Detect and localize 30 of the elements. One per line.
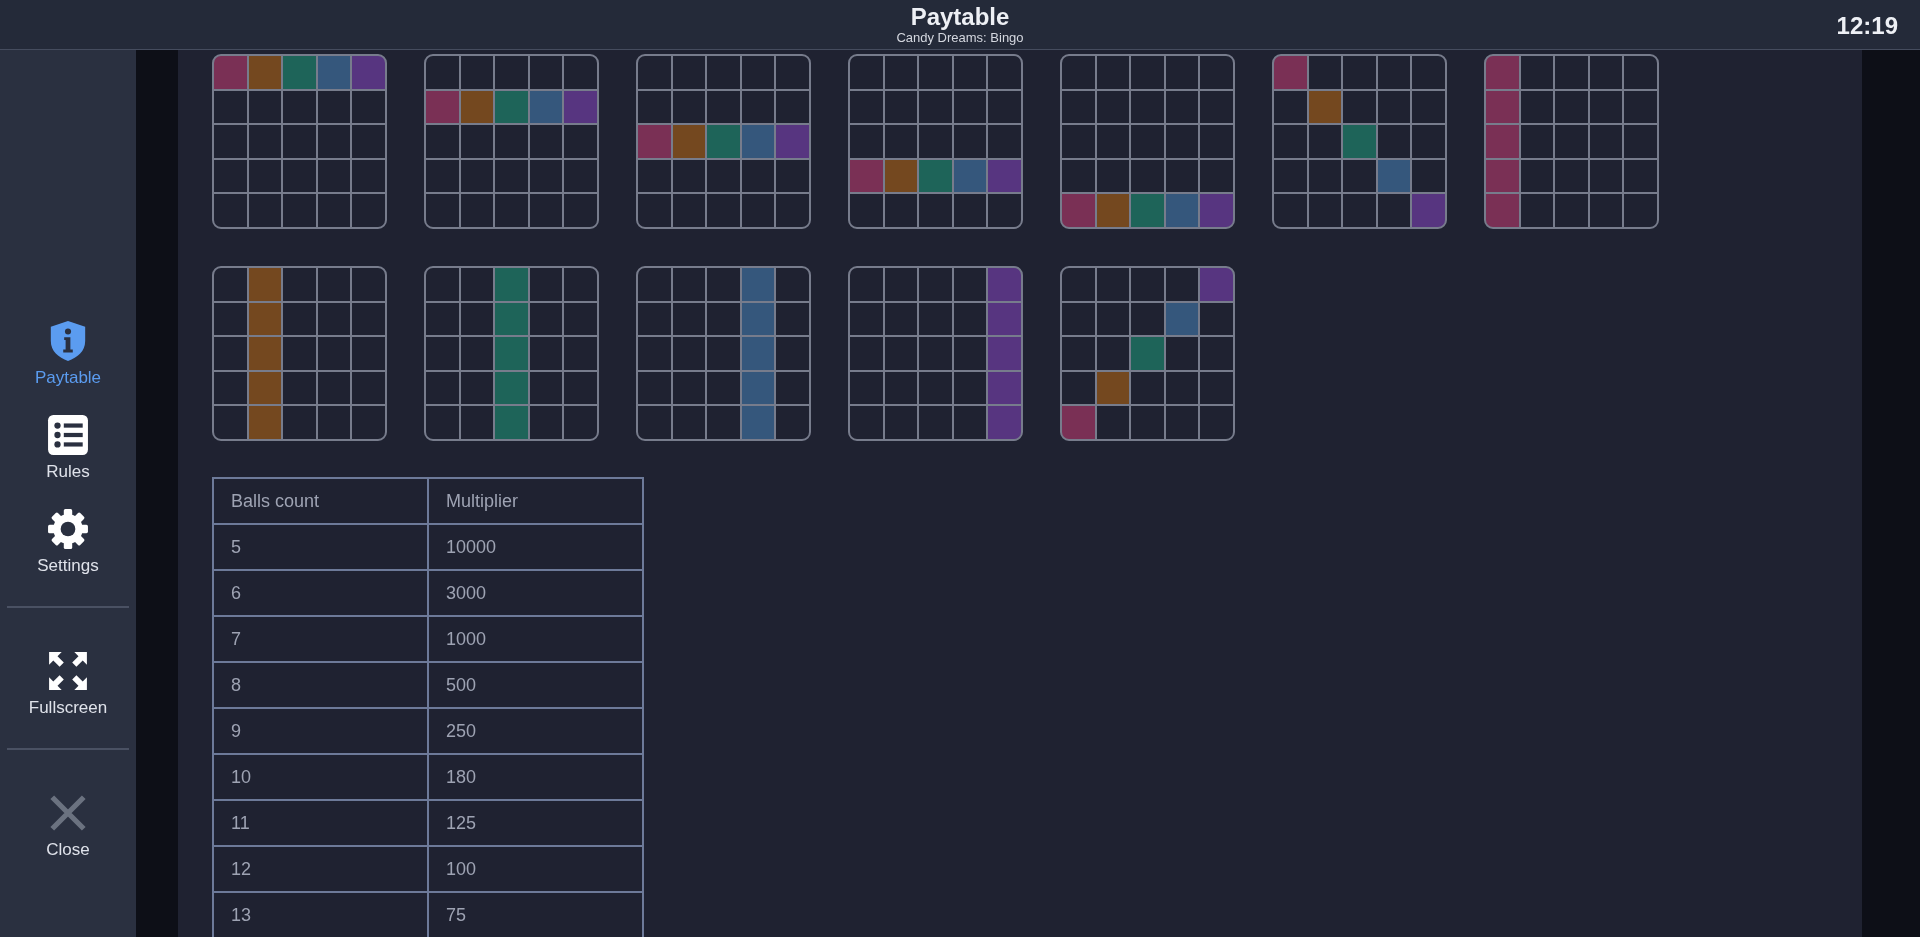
table-cell: 7: [213, 616, 428, 662]
clock: 12:19: [1836, 12, 1898, 40]
table-cell: 10000: [428, 524, 643, 570]
table-cell: 100: [428, 846, 643, 892]
table-cell: 6: [213, 570, 428, 616]
window-title: Paytable: [910, 4, 1010, 30]
table-cell: 5: [213, 524, 428, 570]
table-cell: 1000: [428, 616, 643, 662]
column-header: Balls count: [213, 478, 428, 524]
sidebar-item[interactable]: Paytable: [30, 312, 106, 396]
table-cell: 9: [213, 708, 428, 754]
settings-icon: [47, 508, 89, 550]
table-cell: 500: [428, 662, 643, 708]
table-cell: 10: [213, 754, 428, 800]
table-cell: 13: [213, 892, 428, 937]
table-cell: 250: [428, 708, 643, 754]
table-cell: 180: [428, 754, 643, 800]
column-header: Multiplier: [428, 478, 643, 524]
table-cell: 11: [213, 800, 428, 846]
sidebar-item[interactable]: Fullscreen: [24, 642, 112, 726]
game-subtitle: Candy Dreams: Bingo: [896, 30, 1024, 45]
sidebar-item[interactable]: Close: [42, 784, 94, 868]
fullscreen-icon: [47, 650, 89, 692]
table-cell: 8: [213, 662, 428, 708]
table-cell: 125: [428, 800, 643, 846]
sidebar-item[interactable]: Settings: [33, 500, 103, 584]
table-cell: 12: [213, 846, 428, 892]
table-cell: 3000: [428, 570, 643, 616]
sidebar-item[interactable]: Rules: [42, 406, 94, 490]
list-icon: [47, 414, 89, 456]
